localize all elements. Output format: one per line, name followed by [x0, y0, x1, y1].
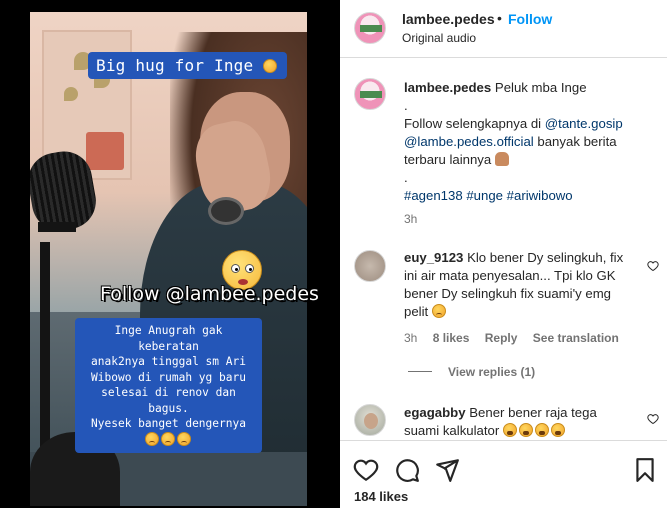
original-audio-link[interactable]: Original audio [402, 31, 476, 45]
post-caption: lambee.pedes Peluk mba Inge . Follow sel… [404, 79, 654, 205]
avatar[interactable] [354, 250, 386, 282]
caption-time: 3h [404, 212, 418, 226]
follow-overlay-text: Follow @lambee.pedes [100, 283, 319, 305]
avatar[interactable] [354, 404, 386, 436]
caption-line: Inge Anugrah gak keberatan [114, 324, 223, 353]
view-replies-button[interactable]: View replies (1) [448, 365, 535, 379]
avatar[interactable] [354, 12, 386, 44]
pleading-emoji-icon [263, 59, 278, 73]
post-header: lambee.pedes • Follow Original audio [340, 0, 667, 58]
comment-icon[interactable] [394, 457, 420, 483]
mention-link[interactable]: @lambe.pedes.official [404, 134, 534, 149]
comment-time: 3h [404, 331, 418, 345]
sad-emoji-icon [160, 431, 175, 446]
comments-section[interactable]: lambee.pedes Peluk mba Inge . Follow sel… [340, 58, 667, 440]
caption-dot: . [404, 170, 408, 185]
video-caption-block: Inge Anugrah gak keberatan anak2nya ting… [75, 318, 262, 453]
like-heart-icon[interactable] [353, 457, 379, 483]
heart-icon[interactable] [647, 260, 659, 272]
comment-text: pelit [404, 304, 429, 319]
hashtags[interactable]: #agen138 #unge #ariwibowo [404, 187, 654, 205]
caption-follow-line: Follow selengkapnya di [404, 116, 542, 131]
video-top-caption-text: Big hug for Inge [96, 56, 254, 75]
sad-emoji-icon [144, 431, 159, 446]
comment-username[interactable]: euy_9123 [404, 250, 463, 265]
comment-likes[interactable]: 8 likes [433, 331, 470, 345]
reply-button[interactable]: Reply [485, 331, 518, 345]
comment-text: suami kalkulator [404, 423, 500, 438]
caption-line: Wibowo di rumah yg baru [91, 370, 246, 384]
tired-emoji-icon [534, 423, 549, 437]
tired-emoji-icon [502, 423, 517, 437]
caption-rest-2: terbaru lainnya [404, 152, 492, 167]
likes-count[interactable]: 184 likes [354, 489, 408, 504]
mic-arm [38, 222, 76, 232]
sad-emoji-icon [176, 431, 191, 446]
folded-hands-icon [494, 152, 509, 166]
avatar[interactable] [354, 78, 386, 110]
wristwatch [208, 197, 244, 225]
caption-rest: banyak berita [537, 134, 617, 149]
header-username[interactable]: lambee.pedes [402, 11, 495, 27]
comment-meta: 3h 8 likes Reply See translation [404, 331, 631, 345]
action-bar: 184 likes [340, 440, 667, 508]
video-top-caption: Big hug for Inge [88, 52, 288, 79]
see-translation-button[interactable]: See translation [533, 331, 619, 345]
caption-line: anak2nya tinggal sm Ari [91, 355, 246, 368]
header-separator: • [497, 10, 502, 26]
caption-line: Nyesek banget dengernya [91, 417, 246, 430]
caption-username[interactable]: lambee.pedes [404, 80, 491, 95]
share-icon[interactable] [434, 457, 460, 483]
caption-dot: . [404, 98, 408, 113]
media-panel: Big hug for Inge Follow @lambee.pedes In… [0, 0, 340, 508]
comment-text: Klo bener Dy selingkuh, fix [467, 250, 624, 265]
tired-emoji-icon [550, 423, 565, 437]
comment: euy_9123 Klo bener Dy selingkuh, fix ini… [404, 249, 644, 321]
disappointed-emoji-icon [431, 304, 446, 318]
comment: egagabby Bener bener raja tega suami kal… [404, 404, 644, 440]
caption-line: selesai di renov dan bagus. [101, 386, 236, 415]
view-replies-line [408, 371, 432, 372]
follow-button[interactable]: Follow [508, 11, 552, 27]
tired-emoji-icon [518, 423, 533, 437]
crying-emojis [81, 431, 256, 449]
comment-text: Bener bener raja tega [469, 405, 597, 420]
heart-icon[interactable] [647, 413, 659, 425]
mention-link[interactable]: @tante.gosip [545, 116, 623, 131]
caption-text: Peluk mba Inge [494, 80, 587, 95]
post-side-panel: lambee.pedes • Follow Original audio lam… [340, 0, 667, 508]
comment-text: ini air mata penyesalan... Tpi klo GK [404, 268, 616, 283]
comment-username[interactable]: egagabby [404, 405, 466, 420]
bookmark-icon[interactable] [632, 457, 658, 483]
comment-text: bener Dy selingkuh fix suami'y emg [404, 286, 612, 301]
